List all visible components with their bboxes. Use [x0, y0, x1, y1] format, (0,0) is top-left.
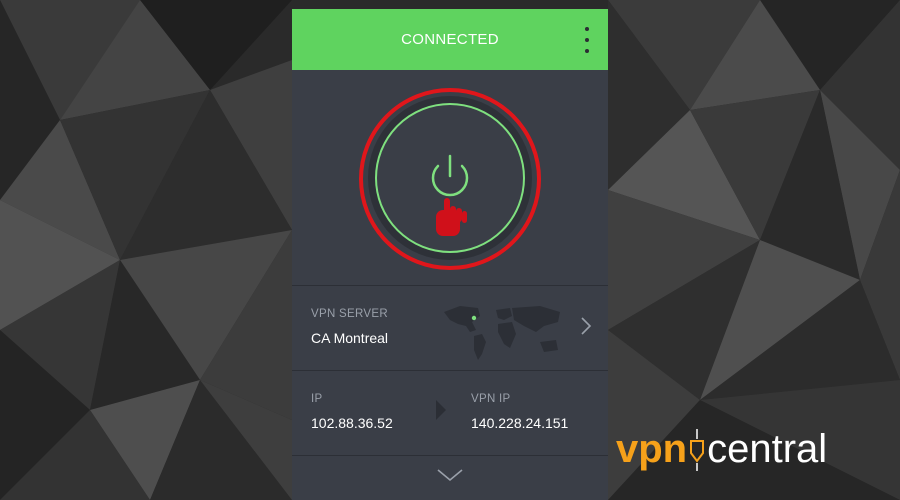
vpn-ip-label: VPN IP [471, 393, 511, 405]
vpn-app-window: CONNECTED VPN SERVER CA Montreal IP 102.… [292, 9, 608, 500]
vpn-ip-value: 140.228.24.151 [471, 415, 569, 431]
logo-text-central: central [707, 427, 828, 471]
power-area [292, 70, 608, 285]
connection-status: CONNECTED [401, 31, 499, 48]
triangle-right-icon [436, 400, 446, 420]
kebab-menu-icon[interactable] [580, 27, 594, 53]
divider [292, 455, 608, 456]
chevron-right-icon [581, 317, 592, 335]
world-map-icon [444, 306, 560, 360]
shield-icon [690, 429, 705, 471]
chevron-down-icon[interactable] [436, 467, 464, 483]
vpn-server-label: VPN SERVER [311, 308, 388, 320]
logo-text-vpn: vpn [616, 427, 688, 471]
status-header: CONNECTED [292, 9, 608, 70]
ip-label: IP [311, 393, 323, 405]
vpn-server-row[interactable]: VPN SERVER CA Montreal [292, 286, 608, 370]
vpn-server-value: CA Montreal [311, 330, 389, 346]
ip-row: IP 102.88.36.52 VPN IP 140.228.24.151 [292, 371, 608, 455]
ip-value: 102.88.36.52 [311, 415, 393, 431]
vpncentral-logo: vpn central [616, 425, 827, 473]
